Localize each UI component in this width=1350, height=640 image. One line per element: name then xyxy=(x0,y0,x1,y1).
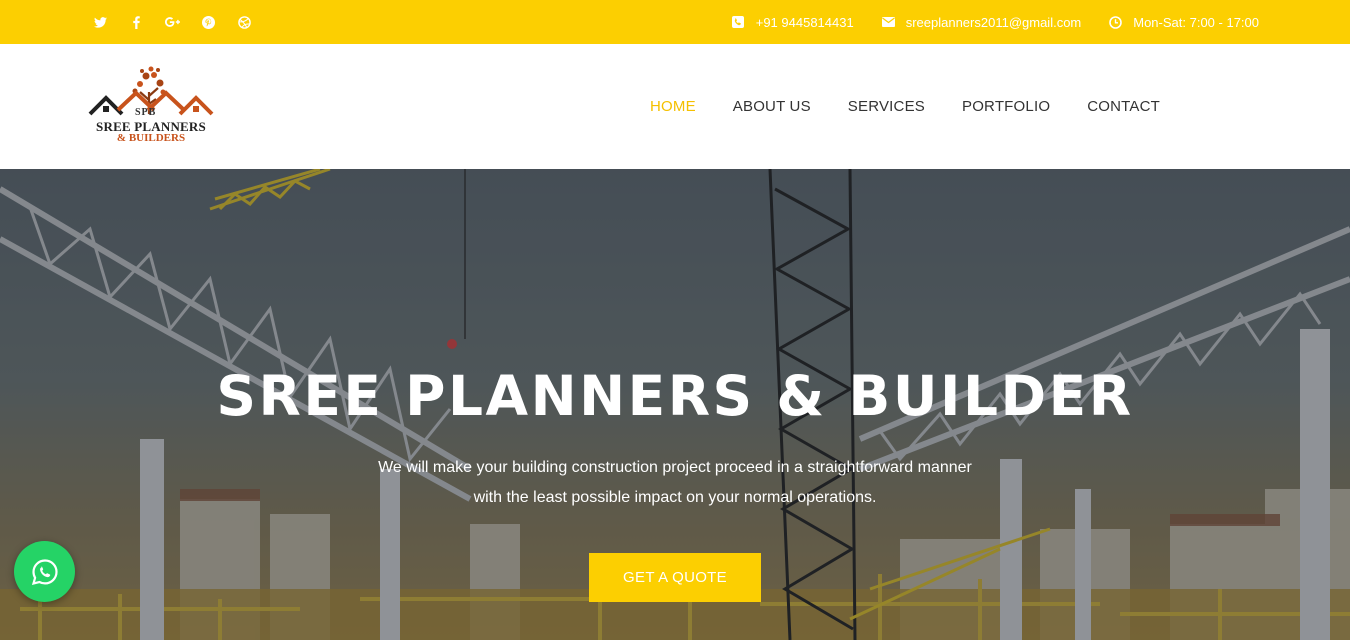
nav-item-portfolio[interactable]: PORTFOLIO xyxy=(962,98,1050,115)
nav-item-home[interactable]: HOME xyxy=(650,98,696,115)
whatsapp-chat-button[interactable] xyxy=(14,541,75,602)
envelope-icon xyxy=(881,16,895,29)
whatsapp-icon xyxy=(31,558,58,585)
pinterest-icon[interactable] xyxy=(201,15,216,30)
nav-item-about-us[interactable]: ABOUT US xyxy=(733,98,811,115)
email-address: sreeplanners2011@gmail.com xyxy=(905,14,1082,30)
main-nav: HOME ABOUT US SERVICES PORTFOLIO CONTACT xyxy=(613,44,1160,169)
top-bar: +91 9445814431 sreeplanners2011@gmail.co… xyxy=(0,0,1350,44)
logo-monogram: SPB xyxy=(135,107,157,118)
opening-hours: Mon-Sat: 7:00 - 17:00 xyxy=(1133,14,1259,30)
twitter-icon[interactable] xyxy=(93,15,108,30)
facebook-icon[interactable] xyxy=(129,15,144,30)
hero-subtitle: We will make your building construction … xyxy=(0,453,1350,513)
nav-item-services[interactable]: SERVICES xyxy=(848,98,925,115)
hero-subtitle-line-1: We will make your building construction … xyxy=(378,459,972,476)
dribbble-icon[interactable] xyxy=(237,15,252,30)
hours-info: Mon-Sat: 7:00 - 17:00 xyxy=(1109,16,1259,29)
contact-info: +91 9445814431 sreeplanners2011@gmail.co… xyxy=(704,0,1259,44)
hero-banner: SREE PLANNERS & BUILDER We will make you… xyxy=(0,169,1350,640)
clock-icon xyxy=(1109,15,1123,29)
logo-subname: & BUILDERS xyxy=(116,132,186,144)
phone-info[interactable]: +91 9445814431 xyxy=(732,16,854,29)
email-info[interactable]: sreeplanners2011@gmail.com xyxy=(881,14,1082,30)
social-links xyxy=(93,0,252,44)
hero-title: SREE PLANNERS & BUILDER xyxy=(216,364,1134,428)
google-plus-icon[interactable] xyxy=(165,15,180,30)
hero-subtitle-line-2: with the least possible impact on your n… xyxy=(473,489,877,506)
phone-icon xyxy=(732,16,745,29)
get-a-quote-button[interactable]: GET A QUOTE xyxy=(589,553,761,602)
phone-number: +91 9445814431 xyxy=(755,14,854,30)
nav-item-contact[interactable]: CONTACT xyxy=(1087,98,1160,115)
site-header: SPB SREE PLANNERS & BUILDERS HOME ABOUT … xyxy=(0,44,1350,169)
logo[interactable]: SPB SREE PLANNERS & BUILDERS xyxy=(88,66,216,148)
